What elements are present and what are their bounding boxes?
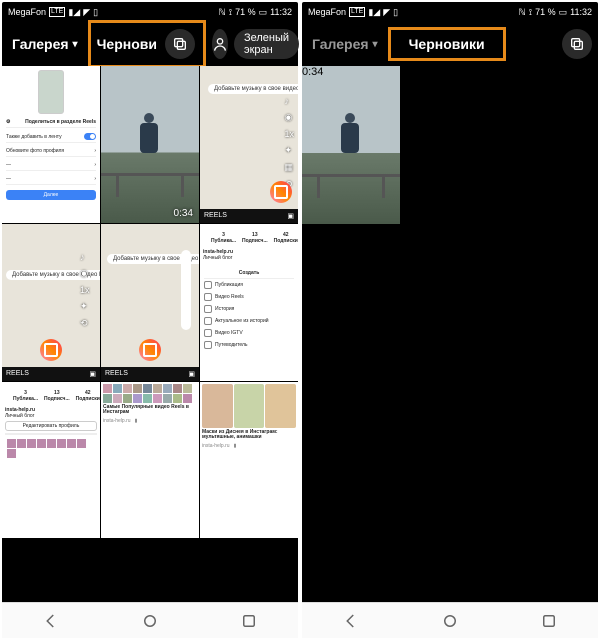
- thumb-article-1[interactable]: Самые Популярные видео Reels в Инстаграм…: [101, 382, 199, 539]
- nfc-icon: ℕ: [219, 7, 226, 18]
- stack-icon: [172, 36, 188, 52]
- thumb-profile[interactable]: 3Публика... 13Подписч... 42Подписки inst…: [2, 382, 100, 539]
- mini-edit-profile: Редактировать профиль: [5, 421, 97, 431]
- signal-icon-2: ▮◢: [368, 7, 380, 18]
- battery-percent: 71 %: [235, 7, 256, 17]
- article-2-title: Маски из Диснея в Инстаграм: мультяшные,…: [202, 430, 296, 441]
- draft-duration: 0:34: [302, 66, 323, 78]
- chevron-down-icon: ▾: [73, 39, 78, 50]
- green-screen-label: Зеленый экран: [244, 32, 289, 56]
- thumb-editor[interactable]: Добавьте музыку в свое видео Reels ♪◉1x✦…: [200, 66, 298, 223]
- gallery-grid: ⚙Поделиться в разделе Reels Также добави…: [2, 66, 298, 638]
- mini-create-header: Создать: [204, 268, 294, 279]
- nav-recent[interactable]: [238, 610, 260, 632]
- thumb-editor-2[interactable]: Добавьте музыку в свое видео Reels ♪◉1x✦…: [2, 224, 100, 381]
- thumb-editor-3[interactable]: Добавьте музыку в свое видео Reels REELS…: [101, 224, 199, 381]
- status-bar: MegaFon LTE ▮◢ ◤ ▯ ℕ ⟟ 71 % ▭ 11:32: [2, 2, 298, 22]
- draft-thumb[interactable]: 0:34: [302, 66, 400, 224]
- tab-drafts-label-2: Черновики: [409, 36, 485, 52]
- stack-icon-2: [569, 36, 585, 52]
- record-button-3: [139, 339, 161, 361]
- nfc-icon-2: ℕ: [519, 7, 526, 18]
- mi-live: Актуальное из историй: [204, 315, 294, 327]
- footer-reels-3: REELS: [105, 370, 128, 377]
- thumb-video-outdoor[interactable]: 0:34: [101, 66, 199, 223]
- thumb-settings[interactable]: ⚙Поделиться в разделе Reels Также добави…: [2, 66, 100, 223]
- carrier-tag-2: LTE: [349, 7, 365, 17]
- tab-drafts-2[interactable]: Черновики: [388, 27, 506, 61]
- drafts-area: 0:34: [302, 66, 598, 638]
- carrier-label-2: MegaFon: [308, 7, 346, 17]
- footer-reels-2: REELS: [6, 370, 29, 377]
- signal-icon: ▮◢: [68, 7, 80, 18]
- editor-side-tools: ♪◉1x✦▦⟲: [284, 96, 294, 190]
- person-icon: [212, 36, 228, 52]
- top-tabs-2: Галерея ▾ Черновики: [302, 22, 598, 66]
- phone-right: MegaFon LTE ▮◢ ◤ ▯ ℕ ⟟ 71 % ▭ 11:32 Гале…: [302, 2, 598, 638]
- android-nav-bar-2: [302, 602, 598, 638]
- battery-icon: ▭: [259, 7, 268, 18]
- nav-home[interactable]: [139, 610, 161, 632]
- nav-recent-2[interactable]: [538, 610, 560, 632]
- phone-left: MegaFon LTE ▮◢ ◤ ▯ ℕ ⟟ 71 % ▭ 11:32 Гале…: [2, 2, 298, 638]
- battery-percent-2: 71 %: [535, 7, 556, 17]
- video-duration: 0:34: [174, 208, 193, 219]
- record-button-icon: [270, 181, 292, 203]
- tab-gallery[interactable]: Галерея ▾: [8, 32, 82, 56]
- nav-home-2[interactable]: [439, 610, 461, 632]
- article-1-title: Самые Популярные видео Reels в Инстаграм: [103, 405, 197, 416]
- android-nav-bar: [2, 602, 298, 638]
- clock: 11:32: [270, 7, 292, 17]
- green-screen-icon-button[interactable]: [212, 29, 228, 59]
- mini-also-feed: Также добавить в ленту: [6, 134, 62, 140]
- multi-select-button[interactable]: [165, 29, 195, 59]
- tab-drafts-label: Чернови: [97, 36, 157, 52]
- tab-gallery-2[interactable]: Галерея ▾: [308, 32, 382, 56]
- battery-small-icon: ▯: [93, 7, 98, 18]
- mini-done-btn: Далее: [6, 190, 96, 200]
- battery-icon-2: ▭: [559, 7, 568, 18]
- bt-icon-2: ⟟: [529, 7, 532, 18]
- nav-back[interactable]: [40, 610, 62, 632]
- bt-icon: ⟟: [229, 7, 232, 18]
- status-bar-2: MegaFon LTE ▮◢ ◤ ▯ ℕ ⟟ 71 % ▭ 11:32: [302, 2, 598, 22]
- multi-select-button-2[interactable]: [562, 29, 592, 59]
- record-button-2: [40, 339, 62, 361]
- wifi-icon-2: ◤: [383, 7, 390, 18]
- mi-reels: Видео Reels: [204, 291, 294, 303]
- thumb-article-2[interactable]: Маски из Диснея в Инстаграм: мультяшные,…: [200, 382, 298, 539]
- mini-profile-sub: Личный блог: [203, 255, 295, 261]
- thumb-create-menu[interactable]: 3Публика... 13Подписч... 42Подписки inst…: [200, 224, 298, 381]
- mini-share-header: Поделиться в разделе Reels: [25, 119, 96, 125]
- mi-guide: Путеводитель: [204, 339, 294, 351]
- mini-profile-sub-2: Личный блог: [5, 413, 97, 419]
- green-screen-pill[interactable]: Зеленый экран: [234, 29, 299, 59]
- battery-small-icon-2: ▯: [393, 7, 398, 18]
- nav-back-2[interactable]: [340, 610, 362, 632]
- carrier-tag: LTE: [49, 7, 65, 17]
- tab-gallery-label-2: Галерея: [312, 36, 369, 52]
- clock-2: 11:32: [570, 7, 592, 17]
- mini-add-music-1: Добавьте музыку в свое видео Reels: [208, 84, 298, 94]
- editor-side-tools-2: ♪◉1x✦⟲: [80, 252, 90, 329]
- top-tabs: Галерея ▾ Чернови Зеленый экран: [2, 22, 298, 66]
- tab-drafts[interactable]: Чернови: [88, 20, 206, 68]
- wifi-icon: ◤: [83, 7, 90, 18]
- footer-reels-1: REELS: [204, 212, 227, 219]
- mi-igtv: Видео IGTV: [204, 327, 294, 339]
- mini-update-photo: Обновите фото профиля: [6, 148, 64, 154]
- camera-icon: ▣: [287, 212, 294, 220]
- tab-gallery-label: Галерея: [12, 36, 69, 52]
- mi-story: История: [204, 303, 294, 315]
- carrier-label: MegaFon: [8, 7, 46, 17]
- chevron-down-icon-2: ▾: [373, 39, 378, 50]
- mi-pub: Публикация: [204, 279, 294, 291]
